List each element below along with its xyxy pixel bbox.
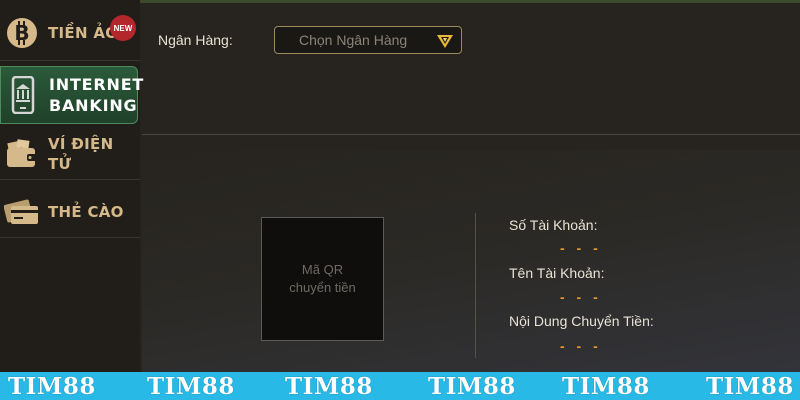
- qr-label-line-1: Mã QR: [301, 262, 344, 277]
- card-icon: [4, 194, 40, 230]
- bank-phone-icon: [5, 76, 41, 114]
- account-number-value: - - -: [560, 240, 602, 256]
- account-name-value: - - -: [560, 289, 602, 305]
- account-name-label: Tên Tài Khoản:: [509, 265, 605, 281]
- watermark-text: TIM88: [562, 373, 650, 400]
- transfer-content-value: - - -: [560, 338, 602, 354]
- chevron-down-icon: [435, 31, 455, 51]
- qr-label-line-2: chuyển tiền: [289, 280, 356, 295]
- qr-code-placeholder: Mã QR chuyển tiền: [261, 217, 384, 341]
- svg-text:B: B: [14, 21, 29, 45]
- sidebar-item-label: INTERNET BANKING: [49, 74, 144, 116]
- watermark-text: TIM88: [428, 373, 516, 400]
- bitcoin-icon: B: [4, 15, 40, 51]
- label-line-2: BANKING: [49, 96, 138, 115]
- bank-select[interactable]: Chọn Ngân Hàng: [274, 26, 462, 54]
- watermark-text: TIM88: [706, 373, 794, 400]
- vertical-divider: [475, 213, 476, 358]
- payment-method-sidebar: B TIỀN ẢO NEW INTERNET BANKING VÍ ĐIỆN T…: [0, 0, 143, 372]
- sidebar-item-scratch-card[interactable]: THẺ CÀO: [0, 186, 140, 238]
- sidebar-item-label: TIỀN ẢO: [48, 23, 119, 42]
- bank-label: Ngân Hàng:: [158, 32, 233, 48]
- watermark-text: TIM88: [8, 373, 96, 400]
- section-divider: [142, 134, 800, 135]
- wallet-icon: [4, 136, 40, 172]
- label-line-1: INTERNET: [49, 75, 145, 94]
- sidebar-item-internet-banking[interactable]: INTERNET BANKING: [0, 66, 143, 124]
- sidebar-item-label: THẺ CÀO: [48, 202, 124, 221]
- transfer-info-panel: [142, 150, 800, 372]
- bank-select-placeholder: Chọn Ngân Hàng: [299, 32, 408, 48]
- sidebar-item-label: VÍ ĐIỆN TỬ: [48, 134, 114, 173]
- sidebar-item-crypto[interactable]: B TIỀN ẢO NEW: [0, 5, 140, 61]
- new-badge: NEW: [110, 15, 136, 41]
- watermark-text: TIM88: [147, 373, 235, 400]
- watermark-banner: TIM88 TIM88 TIM88 TIM88 TIM88 TIM88: [0, 372, 800, 400]
- transfer-content-label: Nội Dung Chuyển Tiền:: [509, 313, 654, 329]
- watermark-text: TIM88: [285, 373, 373, 400]
- sidebar-item-e-wallet[interactable]: VÍ ĐIỆN TỬ: [0, 128, 140, 180]
- account-number-label: Số Tài Khoản:: [509, 217, 598, 233]
